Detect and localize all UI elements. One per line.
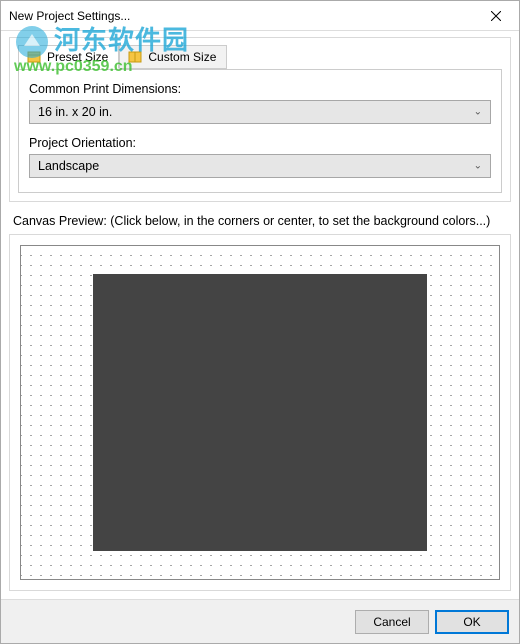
dimensions-value: 16 in. x 20 in. xyxy=(38,105,112,119)
cancel-button[interactable]: Cancel xyxy=(355,610,429,634)
close-icon xyxy=(491,8,501,24)
dimensions-label: Common Print Dimensions: xyxy=(29,82,491,96)
orientation-label: Project Orientation: xyxy=(29,136,491,150)
tab-custom-size[interactable]: Custom Size xyxy=(119,45,227,69)
tab-preset-size[interactable]: Preset Size xyxy=(18,45,119,69)
canvas-inner[interactable] xyxy=(93,274,428,550)
cancel-label: Cancel xyxy=(373,615,410,629)
ok-label: OK xyxy=(463,615,480,629)
button-bar: Cancel OK xyxy=(1,599,519,643)
chevron-down-icon: ⌄ xyxy=(474,107,482,118)
canvas-preview-area[interactable] xyxy=(20,245,500,580)
ok-button[interactable]: OK xyxy=(435,610,509,634)
orientation-value: Landscape xyxy=(38,159,99,173)
preset-form: Common Print Dimensions: 16 in. x 20 in.… xyxy=(18,69,502,193)
tab-custom-label: Custom Size xyxy=(148,50,216,64)
custom-size-icon xyxy=(128,50,142,64)
close-button[interactable] xyxy=(473,1,519,31)
canvas-preview-label: Canvas Preview: (Click below, in the cor… xyxy=(13,214,507,228)
orientation-select[interactable]: Landscape ⌄ xyxy=(29,154,491,178)
tab-preset-label: Preset Size xyxy=(47,50,108,64)
canvas-preview-group xyxy=(9,234,511,591)
settings-group: Preset Size Custom Size Common Print Dim… xyxy=(9,37,511,202)
preset-size-icon xyxy=(27,50,41,64)
titlebar: New Project Settings... xyxy=(1,1,519,31)
window-title: New Project Settings... xyxy=(9,9,473,23)
dimensions-select[interactable]: 16 in. x 20 in. ⌄ xyxy=(29,100,491,124)
size-tabs: Preset Size Custom Size xyxy=(18,45,502,69)
dialog-window: New Project Settings... Preset Size Cust… xyxy=(0,0,520,644)
chevron-down-icon: ⌄ xyxy=(474,161,482,172)
